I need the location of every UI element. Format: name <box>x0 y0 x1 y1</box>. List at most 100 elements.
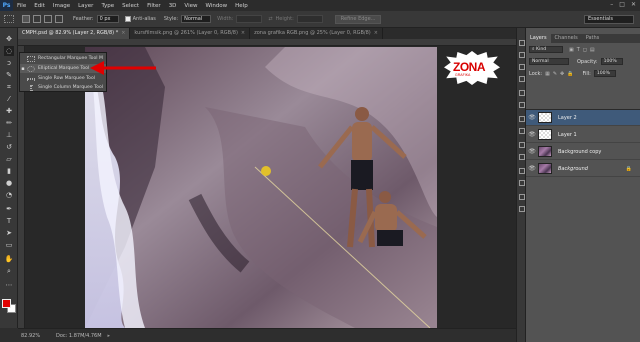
gradient-tool-icon[interactable]: ▮ <box>4 166 14 176</box>
close-icon[interactable]: × <box>121 30 125 36</box>
actions-icon[interactable] <box>519 168 525 174</box>
pen-tool-icon[interactable]: ✒ <box>4 204 14 214</box>
width-input[interactable] <box>236 15 263 23</box>
workspace-select[interactable]: Essentials <box>584 15 634 24</box>
swatches-icon[interactable] <box>519 64 525 70</box>
subtract-selection-icon[interactable] <box>44 15 52 23</box>
height-input[interactable] <box>296 15 323 23</box>
brush-preset-icon[interactable] <box>519 116 525 122</box>
lock-label: Lock: <box>529 70 543 77</box>
close-button[interactable]: ✕ <box>631 1 636 8</box>
hand-tool-icon[interactable]: ✋ <box>4 254 14 264</box>
fill-input[interactable]: 100% <box>593 70 616 77</box>
close-icon[interactable]: × <box>374 30 378 36</box>
intersect-selection-icon[interactable] <box>55 15 63 23</box>
path-select-tool-icon[interactable]: ➤ <box>4 228 14 238</box>
blur-tool-icon[interactable]: ● <box>4 178 14 188</box>
shape-tool-icon[interactable]: ▭ <box>4 240 14 250</box>
properties-icon[interactable] <box>519 52 525 58</box>
healing-tool-icon[interactable]: ✚ <box>4 106 14 116</box>
ruler-horizontal <box>18 39 516 46</box>
layer-name: Background <box>558 165 588 172</box>
visibility-eye-icon[interactable]: 👁 <box>526 165 538 172</box>
marquee-preset-icon[interactable] <box>4 15 14 23</box>
marquee-tool-icon[interactable]: ◌ <box>4 46 14 56</box>
minimize-button[interactable]: – <box>610 1 613 8</box>
menu-window[interactable]: Window <box>205 3 227 9</box>
filter-icons[interactable]: ▣T◻▤ <box>569 47 598 53</box>
visibility-eye-icon[interactable]: 👁 <box>526 131 538 138</box>
menu-image[interactable]: Image <box>53 3 70 9</box>
menu-file[interactable]: File <box>17 3 26 9</box>
opacity-input[interactable]: 100% <box>600 58 623 65</box>
move-tool-icon[interactable]: ✥ <box>4 34 14 44</box>
timeline-icon[interactable] <box>519 206 525 212</box>
lasso-tool-icon[interactable]: ↄ <box>4 58 14 68</box>
status-menu-icon[interactable]: ▸ <box>108 333 111 339</box>
tab-label: zona grafika RGB.png @ 25% (Layer 0, RGB… <box>254 30 371 36</box>
foreground-color-swatch[interactable] <box>2 299 11 308</box>
add-selection-icon[interactable] <box>33 15 41 23</box>
zoom-level[interactable]: 82.92% <box>18 333 44 339</box>
layer-row-layer-1[interactable]: 👁 Layer 1 <box>526 127 640 143</box>
menu-type[interactable]: Type <box>101 3 114 9</box>
menu-edit[interactable]: Edit <box>34 3 45 9</box>
history-brush-tool-icon[interactable]: ↺ <box>4 142 14 152</box>
character-icon[interactable] <box>519 90 525 96</box>
history-icon[interactable] <box>519 40 525 46</box>
menu-filter[interactable]: Filter <box>147 3 161 9</box>
menu-layer[interactable]: Layer <box>78 3 93 9</box>
doc-size[interactable]: Doc: 1.87M/4.76M <box>56 333 102 339</box>
canvas-image[interactable] <box>85 47 437 328</box>
tab-zona-grafika[interactable]: zona grafika RGB.png @ 25% (Layer 0, RGB… <box>250 28 383 39</box>
tab-paths[interactable]: Paths <box>582 34 604 43</box>
lock-icons[interactable]: ▦✎✥🔒 <box>545 71 576 77</box>
flyout-item-single-row[interactable]: Single Row Marquee Tool <box>20 74 106 83</box>
menu-view[interactable]: View <box>184 3 197 9</box>
layers-panel: Layers Channels Paths ⌕ Kind ▣T◻▤ Normal… <box>526 28 640 342</box>
refine-edge-button[interactable]: Refine Edge... <box>334 14 382 24</box>
layer-thumbnail <box>538 112 552 123</box>
clone-source-icon[interactable] <box>519 128 525 134</box>
menu-select[interactable]: Select <box>122 3 139 9</box>
single-row-marquee-icon <box>27 77 35 80</box>
feather-input[interactable]: 0 px <box>96 15 119 23</box>
layer-row-background[interactable]: 👁 Background 🔒 <box>526 161 640 177</box>
menu-help[interactable]: Help <box>235 3 248 9</box>
visibility-eye-icon[interactable]: 👁 <box>526 148 538 155</box>
dodge-tool-icon[interactable]: ◔ <box>4 190 14 200</box>
stamp-tool-icon[interactable]: ⊥ <box>4 130 14 140</box>
tab-layers[interactable]: Layers <box>526 34 551 43</box>
kind-filter-select[interactable]: ⌕ Kind <box>529 46 563 53</box>
style-select[interactable]: Normal <box>181 15 212 23</box>
paragraph-icon[interactable] <box>519 102 525 108</box>
brush-tool-icon[interactable]: ✏ <box>4 118 14 128</box>
more-tools-icon[interactable]: ⋯ <box>4 280 14 290</box>
maximize-button[interactable]: □ <box>619 1 625 8</box>
3d-icon[interactable] <box>519 194 525 200</box>
zoom-tool-icon[interactable]: ⌕ <box>4 266 14 276</box>
quick-select-tool-icon[interactable]: ✎ <box>4 70 14 80</box>
red-arrow-annotation <box>90 61 156 75</box>
blend-mode-select[interactable]: Normal <box>529 58 569 65</box>
antialias-checkbox[interactable] <box>124 16 131 22</box>
crop-tool-icon[interactable]: ⌗ <box>4 82 14 92</box>
tab-cmph[interactable]: CMPH.psd @ 82.9% (Layer 2, RGB/8) * × <box>18 28 131 39</box>
visibility-eye-icon[interactable]: 👁 <box>526 114 538 121</box>
flyout-item-single-column[interactable]: Single Column Marquee Tool <box>20 83 106 92</box>
eraser-tool-icon[interactable]: ▱ <box>4 154 14 164</box>
adjustments-icon[interactable] <box>519 76 525 82</box>
info-icon[interactable] <box>519 154 525 160</box>
tab-channels[interactable]: Channels <box>551 34 582 43</box>
close-icon[interactable]: × <box>241 30 245 36</box>
layer-row-background-copy[interactable]: 👁 Background copy <box>526 144 640 160</box>
styles-icon[interactable] <box>519 142 525 148</box>
tab-kursfilmsik[interactable]: kursfilmsik.png @ 261% (Layer 0, RGB/8) × <box>130 28 251 39</box>
eyedropper-tool-icon[interactable]: ⁄ <box>4 94 14 104</box>
type-tool-icon[interactable]: T <box>4 216 14 226</box>
layer-row-layer-2[interactable]: 👁 Layer 2 <box>526 110 640 126</box>
menu-3d[interactable]: 3D <box>169 3 177 9</box>
layer-comps-icon[interactable] <box>519 180 525 186</box>
new-selection-icon[interactable] <box>22 15 30 23</box>
swap-icon[interactable]: ⇄ <box>268 16 272 22</box>
